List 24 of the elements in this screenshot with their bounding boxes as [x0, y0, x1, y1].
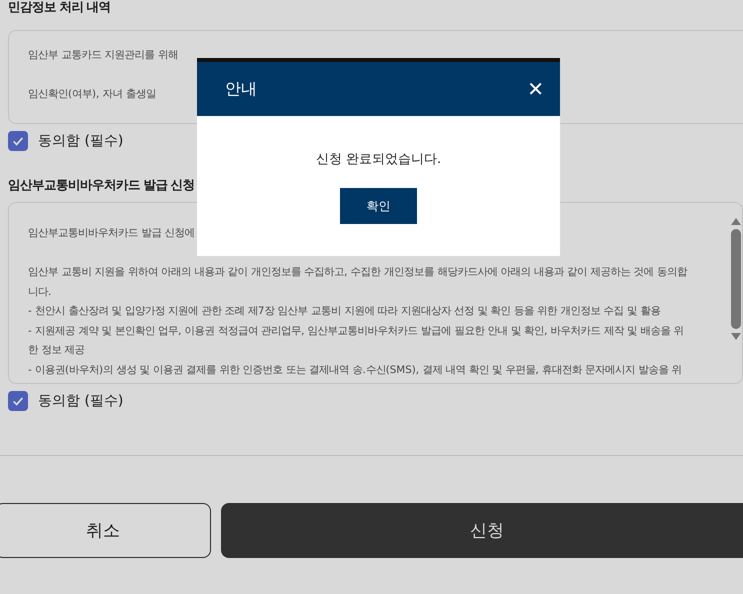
dialog-title: 안내 [225, 78, 257, 100]
body-text: - 천안시 출산장려 및 입양가정 지원에 관한 조례 제7장 임산부 교통비 지원에 따라 지원대상자 선정 및 확인 등을 위한 개인정보 수집 및 활용 [28, 305, 660, 317]
scrollbar-thumb[interactable] [731, 229, 741, 329]
body-text: 임산부 교통비 지원을 위하여 아래의 내용과 같이 개인정보를 수집하고, 수집한 개인정보를 해당카드사에 아래의 내용과 같이 제공하는 것에 동의합 [28, 266, 687, 278]
scroll-down-icon[interactable] [731, 333, 741, 341]
checkbox[interactable] [8, 391, 28, 411]
cancel-button[interactable]: 취소 [0, 503, 211, 558]
submit-button[interactable]: 신청 [221, 503, 743, 558]
body-text: - 지원제공 계약 및 본인확인 업무, 이용권 적정급여 관리업무, 임산부교통비바우처카드 발급에 필요한 안내 및 확인, 바우처카드 제작 및 배송을 위 [28, 324, 684, 336]
body-text: 임산부교통비바우처카드 발급 신청에 [28, 227, 195, 239]
body-text: 한 정보 제공 [28, 344, 85, 356]
body-text: 니다. [28, 286, 52, 298]
section-title: 민감정보 처리 내역 [8, 0, 112, 14]
body-text: 임산부 교통카드 지원관리를 위해 [28, 49, 178, 61]
consent-label: 동의함 (필수) [38, 132, 124, 150]
dialog-message: 신청 완료되었습니다. [316, 151, 442, 168]
section-title: 임산부교통비바우처카드 발급 신청 [8, 178, 196, 192]
confirm-button[interactable]: 확인 [340, 188, 417, 224]
checkbox[interactable] [8, 131, 28, 151]
body-text: 임신확인(여부), 자녀 출생일 [28, 88, 156, 100]
body-text: - 이용권(바우처)의 생성 및 이용권 결제를 위한 인증번호 또는 결제내역 송.수신(SMS), 결제 내역 확인 및 우편물, 휴대전화 문자메시지 발송을 위 [28, 364, 682, 376]
close-button[interactable]: ✕ [523, 75, 548, 103]
scroll-up-icon[interactable] [731, 217, 741, 225]
consent-label: 동의함 (필수) [38, 392, 124, 410]
